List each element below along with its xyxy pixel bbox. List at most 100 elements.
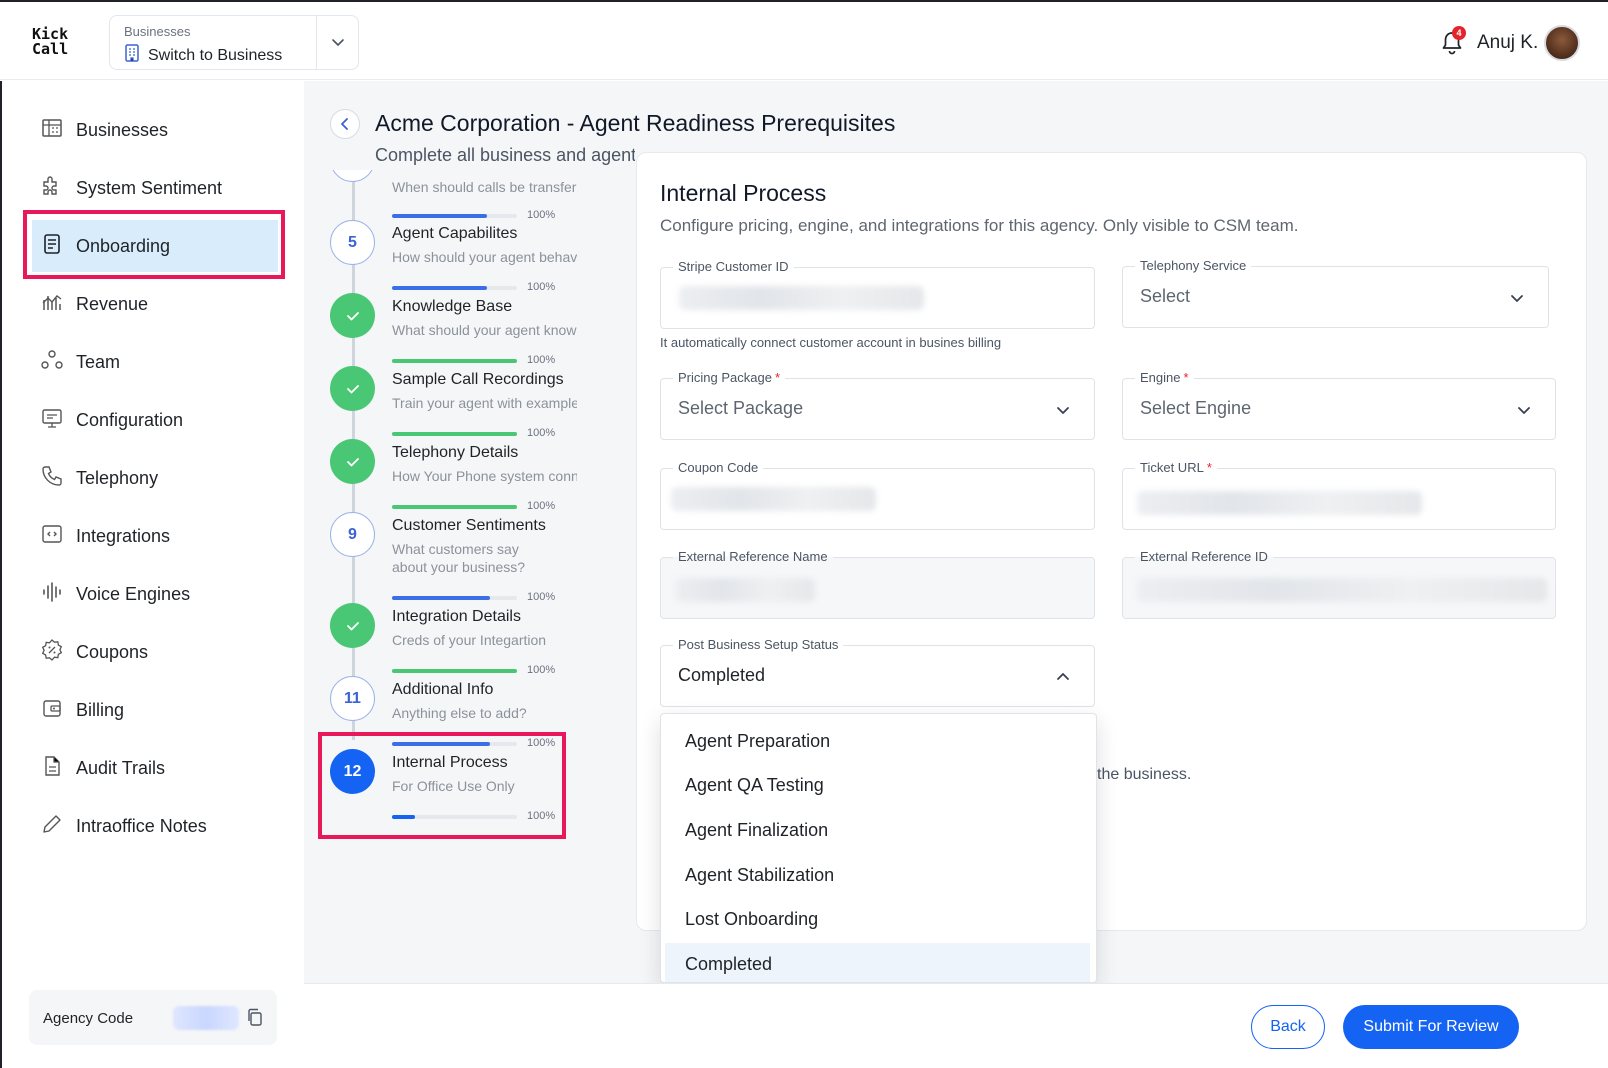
sidebar-item-label: Businesses [76,119,169,140]
sidebar-item-coupons[interactable]: Coupons [32,626,278,678]
field-value: Select Package [678,398,804,418]
status-dropdown-menu: Agent Preparation Agent QA Testing Agent… [660,713,1097,983]
telephony-service-select[interactable]: Telephony Service Select [1122,258,1549,328]
switcher-divider [316,16,317,69]
step-number: 11 [344,689,361,707]
onboarding-highlight-box [23,210,285,279]
sidebar-item-label: Team [76,351,121,372]
business-switcher-caption: Businesses [124,24,191,39]
sidebar-item-system-sentiment[interactable]: System Sentiment [32,162,278,214]
page-subtitle: Complete all business and agent details … [375,145,635,165]
pricing-package-select[interactable]: Pricing Package * Select Package [660,370,1095,440]
ticket-url-field[interactable]: Ticket URL * [1122,460,1556,530]
field-label: Post Business Setup Status [673,637,844,652]
logo-line-2: Call [32,40,69,58]
field-label: External Reference Name [673,549,833,564]
dropdown-option[interactable]: Agent QA Testing [665,764,1090,806]
dropdown-option[interactable]: Lost Onboarding [665,898,1090,940]
dropdown-option[interactable]: Agent Stabilization [665,854,1090,896]
check-icon [346,457,359,466]
agency-code-value-redacted [173,1006,239,1030]
sidebar-item-revenue[interactable]: Revenue [32,278,278,330]
step-circle-complete [330,366,375,411]
step-desc: How Your Phone system connects [392,468,577,484]
step-percent: 100% [527,281,556,293]
sidebar-item-telephony[interactable]: Telephony [32,452,278,504]
step-title: Agent Capabilites [392,225,518,242]
chevron-down-icon[interactable] [328,32,348,57]
step-circle-complete [330,293,375,338]
business-switcher[interactable]: Businesses Switch to Business [109,15,359,70]
required-marker: * [774,370,781,385]
step-progress-bar [392,432,517,436]
agency-code-box: Agency Code [29,990,277,1045]
file-icon [40,754,64,783]
stripe-customer-id-field[interactable]: Stripe Customer ID [660,259,1095,329]
step-desc: What customers say about your business? [392,541,526,575]
sidebar-item-billing[interactable]: Billing [32,684,278,736]
step-percent: 100% [527,354,556,366]
chevron-up-icon [1054,668,1072,691]
avatar[interactable] [1544,25,1580,61]
step-percent: 100% [527,427,556,439]
sidebar-item-voice-engines[interactable]: Voice Engines [32,568,278,620]
chevron-down-icon [1054,401,1072,424]
sidebar-item-audit-trails[interactable]: Audit Trails [32,742,278,794]
chevron-down-icon [1508,289,1526,312]
puzzle-icon [40,174,64,203]
check-icon [346,384,359,393]
notification-bell-icon[interactable]: 4 [1440,26,1466,61]
step-number: 9 [348,525,357,543]
waveform-icon [40,580,64,609]
submit-for-review-button[interactable]: Submit For Review [1343,1005,1519,1049]
field-value: Select [1140,286,1191,306]
step-progress-bar [392,505,517,509]
sidebar-item-configuration[interactable]: Configuration [32,394,278,446]
step-circle-complete [330,439,375,484]
engine-select[interactable]: Engine * Select Engine [1122,370,1556,440]
building-icon [40,116,64,145]
step-progress-fill [392,505,517,509]
kickcall-logo[interactable]: Kick Call [32,27,68,57]
back-button[interactable]: Back [1251,1005,1325,1049]
step-title: Integration Details [392,608,521,625]
phone-icon [40,464,64,493]
sidebar-item-businesses[interactable]: Businesses [32,104,278,156]
wallet-icon [40,696,64,725]
step-desc: Train your agent with examples [392,395,577,411]
post-business-setup-status-select[interactable]: Post Business Setup Status Completed [660,637,1095,707]
step-desc: Anything else to add? [392,705,527,721]
step-title: Knowledge Base [392,298,513,315]
dropdown-option-selected[interactable]: Completed [665,943,1090,982]
sidebar-item-team[interactable]: Team [32,336,278,388]
dropdown-option[interactable]: Agent Finalization [665,809,1090,851]
field-label-text: Pricing Package [678,370,772,385]
field-label: Telephony Service [1135,258,1252,273]
field-value: Completed [678,665,766,685]
field-label: Coupon Code [673,460,764,475]
redacted-value [675,578,815,602]
redacted-value [1137,491,1422,515]
field-label: Ticket URL * [1135,460,1217,475]
chart-icon [40,290,64,319]
pencil-icon [40,812,64,841]
user-name[interactable]: Anuj K. [1477,32,1538,54]
stripe-helper-text: It automatically connect customer accoun… [660,335,1002,350]
coupon-code-field[interactable]: Coupon Code [660,460,1095,530]
dropdown-option[interactable]: Agent Preparation [665,720,1090,762]
required-marker: * [1206,460,1212,475]
sidebar-item-intraoffice-notes[interactable]: Intraoffice Notes [32,800,278,852]
chevron-left-icon [341,118,348,130]
sidebar-item-label: Configuration [76,409,184,430]
step-progress-bar [392,669,517,673]
step-progress-fill [392,432,517,436]
back-arrow-button[interactable] [330,109,360,139]
field-label: Stripe Customer ID [673,259,794,274]
redacted-value [1137,578,1547,602]
check-icon [346,621,359,630]
sidebar-item-integrations[interactable]: Integrations [32,510,278,562]
copy-icon[interactable] [245,1007,265,1032]
monitor-icon [40,406,64,435]
step-number: 5 [348,233,357,251]
step-circle-complete [330,603,375,648]
